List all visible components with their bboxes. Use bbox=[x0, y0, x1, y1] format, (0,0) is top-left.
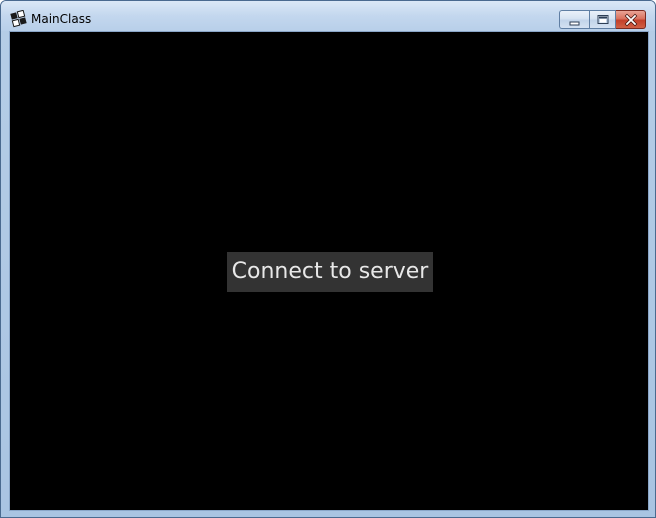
minimize-icon bbox=[569, 21, 580, 26]
game-canvas: Connect to server bbox=[9, 31, 649, 511]
minimize-button[interactable] bbox=[559, 10, 589, 29]
window-title: MainClass bbox=[31, 12, 92, 26]
close-icon bbox=[624, 13, 638, 27]
connect-to-server-button[interactable]: Connect to server bbox=[227, 252, 433, 292]
app-icon[interactable] bbox=[10, 9, 28, 28]
caption-buttons bbox=[559, 10, 646, 29]
maximize-button[interactable] bbox=[589, 10, 616, 29]
title-bar[interactable]: MainClass bbox=[1, 1, 655, 31]
close-button[interactable] bbox=[616, 10, 646, 29]
maximize-icon bbox=[597, 15, 609, 24]
app-window: MainClass Connect to server bbox=[0, 0, 656, 518]
